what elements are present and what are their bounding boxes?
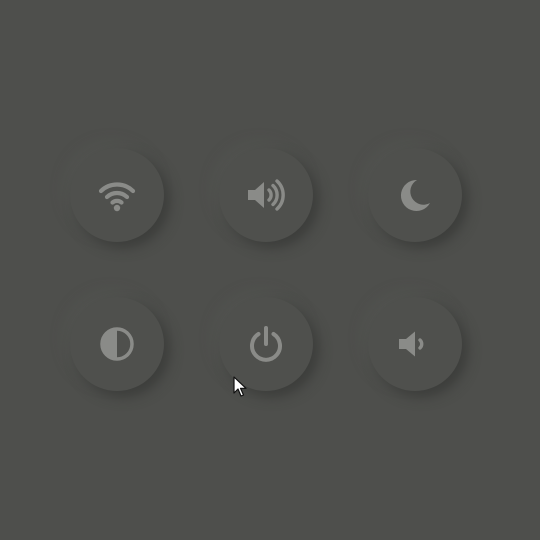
- contrast-icon: [95, 322, 139, 366]
- wifi-icon: [95, 173, 139, 217]
- contrast-button[interactable]: [70, 297, 164, 391]
- power-icon: [244, 322, 288, 366]
- wifi-button[interactable]: [70, 148, 164, 242]
- power-button[interactable]: [219, 297, 313, 391]
- volume-up-button[interactable]: [219, 148, 313, 242]
- volume-low-icon: [393, 322, 437, 366]
- quick-settings-grid: [70, 148, 462, 391]
- volume-down-button[interactable]: [368, 297, 462, 391]
- moon-icon: [393, 173, 437, 217]
- night-mode-button[interactable]: [368, 148, 462, 242]
- volume-up-icon: [244, 173, 288, 217]
- control-panel: [0, 0, 540, 540]
